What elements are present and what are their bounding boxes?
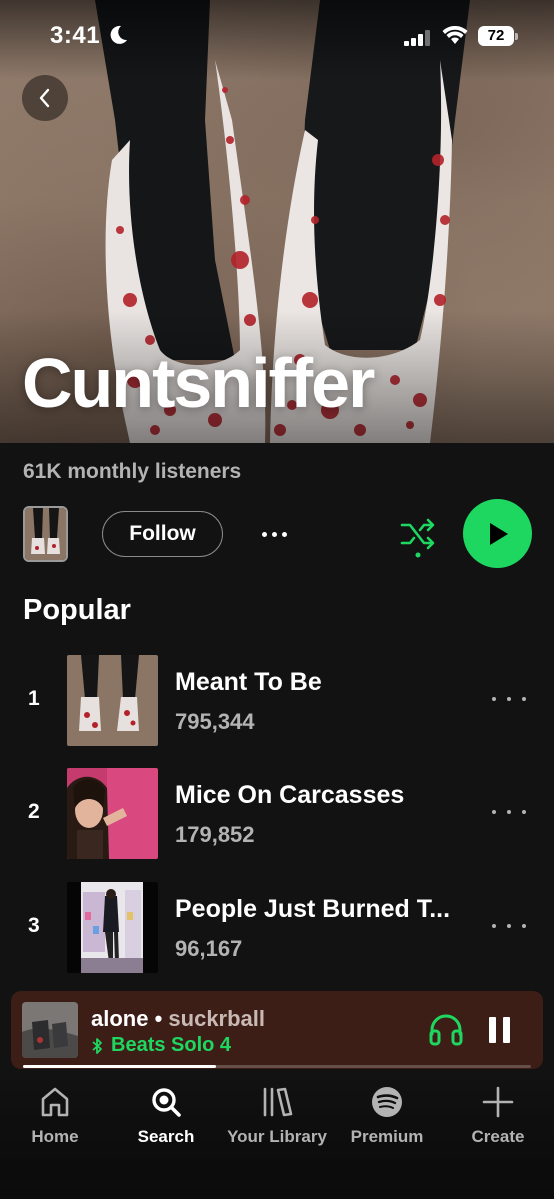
home-icon <box>41 1087 69 1117</box>
track-rank: 2 <box>28 800 40 823</box>
tab-label: Create <box>471 1127 525 1146</box>
track-title: Meant To Be <box>175 668 322 696</box>
track-cover-image <box>67 655 158 746</box>
follow-button[interactable]: Follow <box>102 511 223 557</box>
track-cover-image <box>67 882 158 973</box>
device-name: Beats Solo 4 <box>111 1034 232 1056</box>
track-row[interactable]: 2 Mice On Carcasses 179,852 <box>0 768 554 860</box>
track-more-button[interactable] <box>492 916 526 936</box>
track-rank: 1 <box>28 687 40 710</box>
tab-label: Search <box>137 1127 195 1146</box>
track-rank: 3 <box>28 914 40 937</box>
now-playing-artist: suckrball <box>168 1006 266 1031</box>
artist-name: Cuntsniffer <box>22 344 375 422</box>
connected-device[interactable]: Beats Solo 4 <box>91 1034 231 1057</box>
track-more-button[interactable] <box>492 689 526 709</box>
monthly-listeners: 61K monthly listeners <box>23 460 242 483</box>
artist-thumbnail[interactable] <box>23 506 68 562</box>
pause-icon <box>489 1017 496 1043</box>
dot-icon <box>261 531 267 537</box>
shuffle-button[interactable] <box>399 515 437 559</box>
now-playing-separator: • <box>148 1006 169 1031</box>
more-options-button[interactable] <box>256 520 292 548</box>
status-bar: 3:41 72 <box>0 0 554 72</box>
search-icon <box>152 1088 181 1117</box>
play-icon <box>489 522 508 545</box>
track-plays: 179,852 <box>175 822 255 847</box>
wifi-icon <box>442 26 468 44</box>
tab-label: Home <box>31 1127 79 1146</box>
tab-your-library[interactable]: Your Library <box>222 1085 332 1147</box>
tab-label: Premium <box>350 1127 424 1146</box>
tab-premium[interactable]: Premium <box>332 1085 442 1147</box>
dot-icon <box>271 531 277 537</box>
cellular-signal-icon <box>404 30 430 46</box>
moon-icon <box>110 25 127 44</box>
plus-icon <box>482 1086 514 1118</box>
track-more-button[interactable] <box>492 802 526 822</box>
track-cover <box>67 768 158 859</box>
shuffle-icon <box>400 518 435 558</box>
artist-thumbnail-image <box>25 508 66 560</box>
track-row[interactable]: 3 People Just Burned T... 96,167 <box>0 882 554 974</box>
track-title: Mice On Carcasses <box>175 781 405 809</box>
track-cover-image <box>67 768 158 859</box>
status-time: 3:41 <box>50 22 101 49</box>
now-playing-title: alone <box>91 1006 149 1031</box>
bluetooth-icon <box>92 1037 102 1054</box>
playback-progress-fill <box>23 1065 217 1068</box>
tab-label: Your Library <box>227 1127 327 1146</box>
track-plays: 96,167 <box>175 936 243 961</box>
track-cover <box>67 882 158 973</box>
chevron-left-icon <box>39 88 50 108</box>
dot-icon <box>281 531 287 537</box>
library-icon <box>263 1087 293 1117</box>
popular-heading: Popular <box>23 594 131 626</box>
now-playing-cover-image <box>22 1002 78 1058</box>
track-cover <box>67 655 158 746</box>
back-button[interactable] <box>22 75 68 121</box>
playback-progress <box>23 1065 531 1068</box>
battery-indicator: 72 <box>478 26 518 46</box>
track-plays: 795,344 <box>175 709 255 734</box>
tab-home[interactable]: Home <box>0 1085 110 1147</box>
track-row[interactable]: 1 Meant To Be 795,344 <box>0 655 554 747</box>
tab-create[interactable]: Create <box>443 1085 553 1147</box>
headphones-icon[interactable] <box>428 1012 464 1046</box>
now-playing-cover <box>22 1002 78 1058</box>
tab-search[interactable]: Search <box>111 1085 221 1147</box>
spotify-icon <box>372 1087 402 1117</box>
track-title: People Just Burned T... <box>175 895 451 923</box>
mini-player[interactable]: alone • suckrball Beats Solo 4 <box>11 991 543 1069</box>
bottom-tab-bar: Home Search Your Library Premium Create <box>0 1073 554 1199</box>
play-button[interactable] <box>463 499 532 568</box>
now-playing-title-line: alone • suckrball <box>91 1006 265 1032</box>
pause-button[interactable] <box>489 1017 511 1043</box>
